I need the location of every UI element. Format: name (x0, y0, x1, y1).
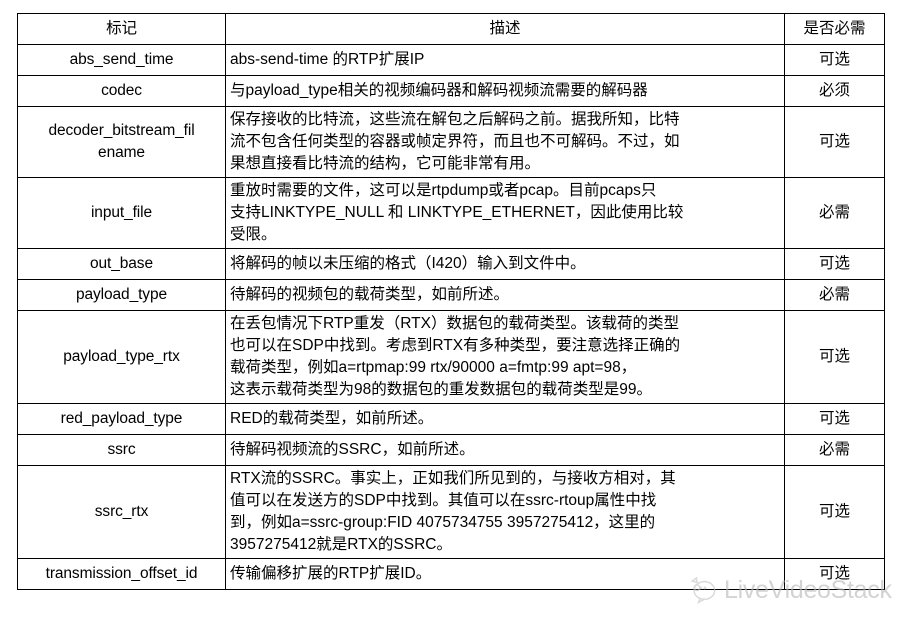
table-row: red_payload_type RED的载荷类型，如前所述。 可选 (17, 403, 885, 435)
required-cell: 可选 (784, 403, 885, 435)
parameter-description-cell: 在丢包情况下RTP重发（RTX）数据包的载荷类型。该载荷的类型 也可以在SDP中找… (225, 310, 785, 404)
parameter-name-line: decoder_bitstream_fil (48, 122, 195, 139)
parameter-name-cell: red_payload_type (17, 403, 226, 435)
column-header-required: 是否必需 (784, 13, 885, 45)
description-line: 3957275412就是RTX的SSRC。 (230, 536, 452, 553)
description-line: 到，例如a=ssrc-group:FID 4075734755 39572754… (230, 514, 656, 531)
description-line: RTX流的SSRC。事实上，正如我们所见到的，与接收方相对，其 (230, 470, 676, 487)
parameter-description-cell: 待解码的视频包的载荷类型，如前所述。 (225, 279, 785, 311)
column-header-description: 描述 (225, 13, 785, 45)
parameter-name-cell: out_base (17, 248, 226, 280)
description-line: 也可以在SDP中找到。考虑到RTX有多种类型，要注意选择正确的 (230, 337, 681, 354)
description-line: 支持LINKTYPE_NULL 和 LINKTYPE_ETHERNET，因此使用… (230, 204, 684, 221)
parameter-name-cell: abs_send_time (17, 44, 226, 76)
required-cell: 可选 (784, 106, 885, 178)
parameter-name-cell: ssrc (17, 434, 226, 466)
parameter-name-line: ename (98, 144, 145, 161)
page-root: 标记 描述 是否必需 abs_send_time abs-send-time 的R… (0, 0, 904, 628)
table-header-row: 标记 描述 是否必需 (17, 13, 885, 45)
table-header: 标记 描述 是否必需 (17, 13, 885, 45)
description-line: 这表示载荷类型为98的数据包的重发数据包的载荷类型是99。 (230, 381, 652, 398)
description-line: 值可以在发送方的SDP中找到。其值可以在ssrc-rtoup属性中找 (230, 492, 657, 509)
table-row: ssrc_rtx RTX流的SSRC。事实上，正如我们所见到的，与接收方相对，其值… (17, 465, 885, 559)
table-row: out_base 将解码的帧以未压缩的格式（I420）输入到文件中。 可选 (17, 248, 885, 280)
description-line: 受限。 (230, 226, 277, 243)
description-line: abs-send-time 的RTP扩展IP (230, 51, 425, 68)
parameter-name-cell: transmission_offset_id (17, 558, 226, 590)
required-cell: 可选 (784, 465, 885, 559)
parameter-description-cell: 重放时需要的文件，这可以是rtpdump或者pcap。目前pcaps只支持LIN… (225, 177, 785, 249)
description-line: 在丢包情况下RTP重发（RTX）数据包的载荷类型。该载荷的类型 (230, 315, 679, 332)
required-cell: 可选 (784, 310, 885, 404)
required-cell: 必须 (784, 75, 885, 107)
parameter-description-cell: RTX流的SSRC。事实上，正如我们所见到的，与接收方相对，其 值可以在发送方的S… (225, 465, 785, 559)
parameter-description-cell: 与payload_type相关的视频编码器和解码视频流需要的解码器 (225, 75, 785, 107)
table-row: payload_type_rtx 在丢包情况下RTP重发（RTX）数据包的载荷类型… (17, 310, 885, 404)
parameters-table: 标记 描述 是否必需 abs_send_time abs-send-time 的R… (17, 13, 885, 590)
parameter-description-cell: 将解码的帧以未压缩的格式（I420）输入到文件中。 (225, 248, 785, 280)
parameter-name-cell: payload_type_rtx (17, 310, 226, 404)
description-line: 与payload_type相关的视频编码器和解码视频流需要的解码器 (230, 82, 648, 99)
description-line: 传输偏移扩展的RTP扩展ID。 (230, 565, 432, 582)
table-body: abs_send_time abs-send-time 的RTP扩展IP 可选 cod… (17, 44, 885, 590)
parameter-name-cell: input_file (17, 177, 226, 249)
parameter-name-cell: ssrc_rtx (17, 465, 226, 559)
required-cell: 可选 (784, 248, 885, 280)
column-header-name: 标记 (17, 13, 226, 45)
table-row: decoder_bitstream_fil ename 保存接收的比特流，这些流在解… (17, 106, 885, 178)
table-row: abs_send_time abs-send-time 的RTP扩展IP 可选 (17, 44, 885, 76)
table-row: input_file 重放时需要的文件，这可以是rtpdump或者pcap。目前p… (17, 177, 885, 249)
description-line: 重放时需要的文件，这可以是rtpdump或者pcap。目前pcaps只 (230, 182, 657, 199)
description-line: 载荷类型，例如a=rtpmap:99 rtx/90000 a=fmtp:99 a… (230, 359, 637, 376)
description-line: 将解码的帧以未压缩的格式（I420）输入到文件中。 (230, 255, 586, 272)
description-line: 待解码的视频包的载荷类型，如前所述。 (230, 286, 510, 303)
required-cell: 可选 (784, 558, 885, 590)
description-line: 流不包含任何类型的容器或帧定界符，而且也不可解码。不过，如 (230, 133, 680, 150)
table-row: payload_type 待解码的视频包的载荷类型，如前所述。 必需 (17, 279, 885, 311)
parameter-description-cell: 传输偏移扩展的RTP扩展ID。 (225, 558, 785, 590)
description-line: 保存接收的比特流，这些流在解包之后解码之前。据我所知，比特 (230, 111, 680, 128)
parameter-name-cell: payload_type (17, 279, 226, 311)
parameter-description-cell: 待解码视频流的SSRC，如前所述。 (225, 434, 785, 466)
required-cell: 必需 (784, 177, 885, 249)
required-cell: 必需 (784, 434, 885, 466)
parameter-name-cell: decoder_bitstream_filename (17, 106, 226, 178)
table-row: ssrc 待解码视频流的SSRC，如前所述。 必需 (17, 434, 885, 466)
description-line: 果想直接看比特流的结构，它可能非常有用。 (230, 155, 541, 172)
parameter-description-cell: abs-send-time 的RTP扩展IP (225, 44, 785, 76)
table-row: codec 与payload_type相关的视频编码器和解码视频流需要的解码器 必须 (17, 75, 885, 107)
parameter-description-cell: 保存接收的比特流，这些流在解包之后解码之前。据我所知，比特 流不包含任何类型的容器… (225, 106, 785, 178)
required-cell: 必需 (784, 279, 885, 311)
parameter-description-cell: RED的载荷类型，如前所述。 (225, 403, 785, 435)
description-line: RED的载荷类型，如前所述。 (230, 410, 434, 427)
parameter-name-cell: codec (17, 75, 226, 107)
description-line: 待解码视频流的SSRC，如前所述。 (230, 441, 475, 458)
table-row: transmission_offset_id 传输偏移扩展的RTP扩展ID。 可选 (17, 558, 885, 590)
required-cell: 可选 (784, 44, 885, 76)
